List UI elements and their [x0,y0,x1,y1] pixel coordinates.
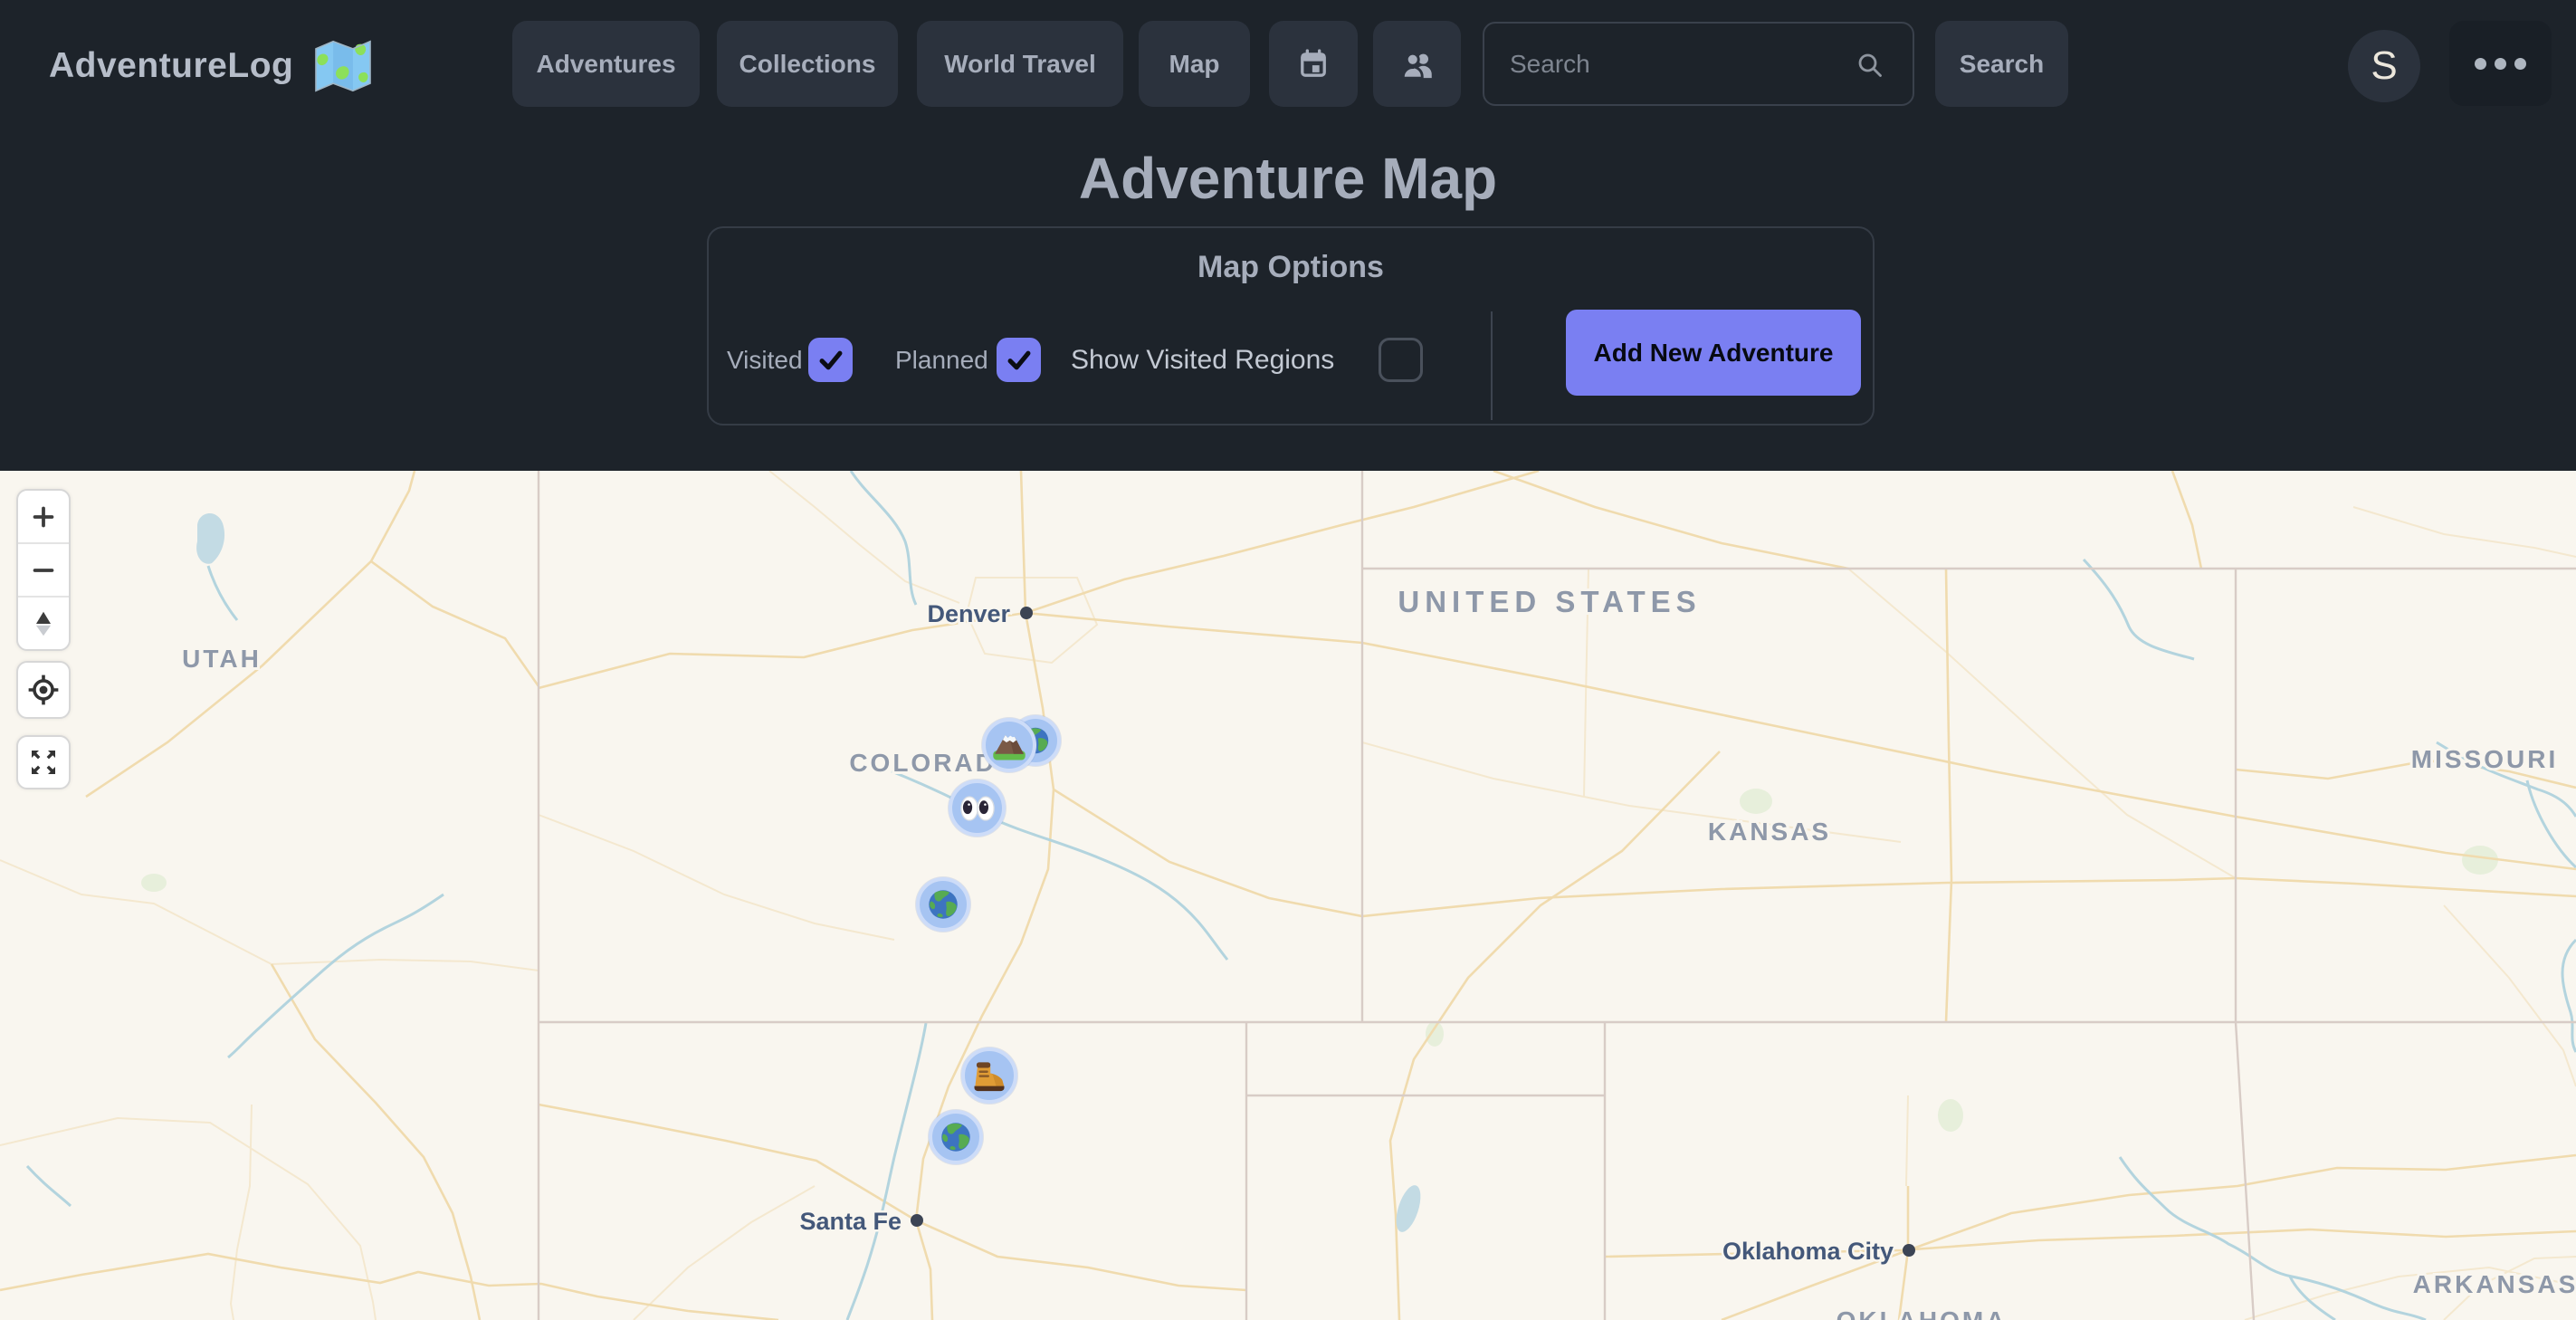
adventure-marker-mountain[interactable] [982,718,1036,772]
nav-item-adventures[interactable]: Adventures [512,21,700,107]
globe-emoji [937,1118,975,1156]
rivers [27,471,2576,1320]
more-menu-button[interactable] [2449,21,2552,106]
city-dot [1020,607,1033,619]
zoom-out-button[interactable] [18,542,69,596]
fullscreen-button[interactable] [16,735,71,789]
search-button-label: Search [1960,50,2044,79]
checkmark-icon [816,345,846,376]
map-options-card: Map Options Visited Planned Show Visited… [707,226,1875,426]
nav-item-label: World Travel [944,50,1096,79]
geolocate-icon [26,673,61,707]
adventurelog-app: { "nav": { "logo_text": "AdventureLog", … [0,0,2576,1320]
minor-roads [0,471,2576,1320]
world-map-emoji [313,39,373,93]
park-areas [141,789,2498,1132]
city-label: Denver [927,600,1010,627]
major-roads [0,471,2576,1320]
zoom-control-group [16,489,71,651]
eyes-emoji [957,788,998,829]
map-options-title: Map Options [709,250,1873,285]
users-icon [1398,45,1436,83]
page-title: Adventure Map [0,145,2576,212]
adventure-marker-hiking-boot[interactable] [961,1047,1017,1104]
hiking-boot-emoji [969,1056,1009,1095]
region-label-united-states: UNITED STATES [1398,585,1701,618]
nav-item-label: Collections [739,50,876,79]
city-dot [911,1214,923,1227]
globe-emoji [924,885,962,923]
geolocate-button[interactable] [16,661,71,719]
search-input[interactable] [1483,22,1914,106]
nav-item-world-travel[interactable]: World Travel [917,21,1123,107]
minus-icon [28,555,59,586]
app-logo-text: AdventureLog [49,46,293,86]
adventure-marker-globe[interactable] [916,877,970,932]
compass-button[interactable] [18,596,69,649]
planned-toggle-label: Planned [895,338,988,382]
visited-checkbox[interactable] [808,338,853,382]
city-label: Santa Fe [799,1208,902,1235]
search-button[interactable]: Search [1935,21,2068,107]
region-label-utah: UTAH [182,645,262,673]
lakes [196,513,1426,1235]
fullscreen-icon [27,746,60,779]
ellipsis-icon [2475,58,2526,70]
shared-users-button[interactable] [1373,21,1461,107]
avatar-initial: S [2371,43,2397,89]
nav-item-label: Map [1169,50,1220,79]
checkmark-icon [1004,345,1035,376]
add-new-adventure-button[interactable]: Add New Adventure [1566,310,1861,396]
show-visited-regions-checkbox[interactable] [1379,338,1423,382]
visited-toggle-label: Visited [727,338,803,382]
mountain-emoji [989,725,1029,765]
nav-item-map[interactable]: Map [1139,21,1250,107]
navbar: AdventureLog Adventures Collections Worl… [0,0,2576,132]
options-divider [1491,311,1493,420]
city-oklahoma-city: Oklahoma City [1722,1238,1915,1265]
nav-item-collections[interactable]: Collections [717,21,898,107]
calendar-icon [1295,46,1331,82]
user-avatar[interactable]: S [2348,30,2420,102]
map-canvas[interactable]: UTAH COLORADO UNITED STATES KANSAS MISSO… [0,471,2576,1320]
nav-item-label: Adventures [536,50,675,79]
planned-checkbox[interactable] [997,338,1041,382]
map-base-art: UTAH COLORADO UNITED STATES KANSAS MISSO… [0,471,2576,1320]
city-label: Oklahoma City [1722,1238,1894,1265]
region-label-arkansas: ARKANSAS [2413,1270,2576,1298]
city-santa-fe: Santa Fe [799,1208,923,1235]
region-label-kansas: KANSAS [1708,818,1831,846]
city-dot [1903,1244,1915,1257]
app-logo[interactable]: AdventureLog [49,0,373,132]
adventure-marker-globe[interactable] [929,1110,983,1164]
plus-icon [28,502,59,532]
add-button-label: Add New Adventure [1594,339,1834,368]
zoom-in-button[interactable] [18,491,69,542]
calendar-button[interactable] [1269,21,1358,107]
adventure-marker-eyes[interactable] [949,780,1006,837]
region-label-oklahoma: OKLAHOMA [1837,1306,2008,1320]
compass-icon [28,608,59,639]
show-visited-regions-label: Show Visited Regions [1071,338,1334,382]
region-label-missouri: MISSOURI [2411,745,2558,773]
